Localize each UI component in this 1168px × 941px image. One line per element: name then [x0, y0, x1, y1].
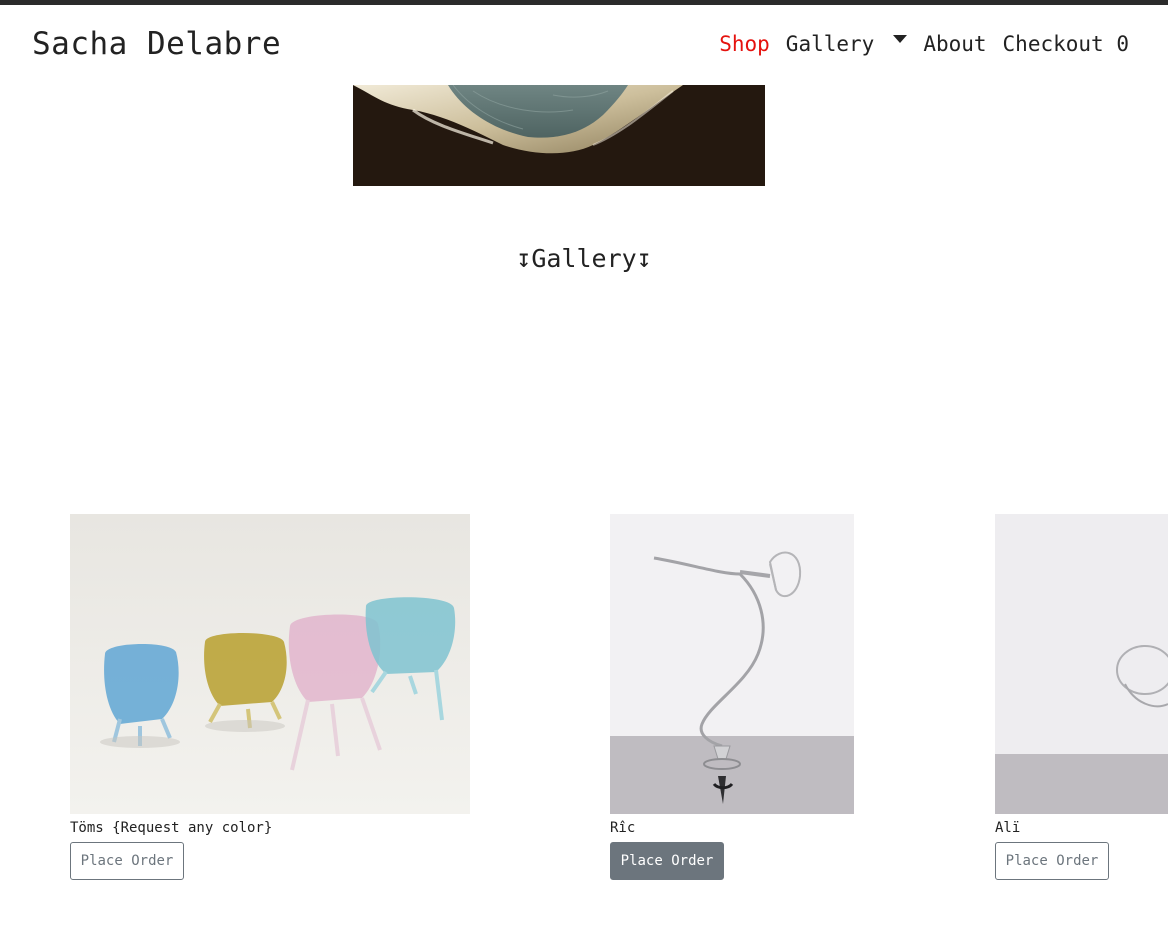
- product-photo-toms[interactable]: [70, 514, 470, 814]
- cart-count: 0: [1116, 32, 1129, 56]
- brand-logo[interactable]: Sacha Delabre: [32, 26, 281, 62]
- place-order-button[interactable]: Place Order: [995, 842, 1109, 880]
- nav-about-link[interactable]: About: [923, 32, 986, 56]
- product-card: Alï Place Order: [995, 514, 1168, 880]
- gallery-dropdown-caret-icon[interactable]: [893, 35, 908, 43]
- nav-gallery-link[interactable]: Gallery: [786, 32, 875, 56]
- place-order-button[interactable]: Place Order: [70, 842, 184, 880]
- product-card: Töms {Request any color} Place Order: [70, 514, 470, 880]
- product-photo-ali[interactable]: [995, 514, 1168, 814]
- product-photo-ric[interactable]: [610, 514, 854, 814]
- nav-checkout-link[interactable]: Checkout 0: [1003, 32, 1129, 56]
- product-card: Rîc Place Order: [610, 514, 854, 880]
- nav-links: Shop Gallery About Checkout 0: [719, 32, 1129, 56]
- nav-shop-link[interactable]: Shop: [719, 32, 770, 56]
- gallery-heading: ↧Gallery↧: [516, 244, 652, 273]
- place-order-button[interactable]: Place Order: [610, 842, 724, 880]
- product-name: Alï: [995, 820, 1021, 836]
- navbar: Sacha Delabre Shop Gallery About Checkou…: [0, 5, 1168, 85]
- hero-image: [353, 85, 765, 186]
- checkout-label: Checkout: [1002, 32, 1104, 56]
- product-name: Töms {Request any color}: [70, 820, 273, 836]
- product-name: Rîc: [610, 820, 636, 836]
